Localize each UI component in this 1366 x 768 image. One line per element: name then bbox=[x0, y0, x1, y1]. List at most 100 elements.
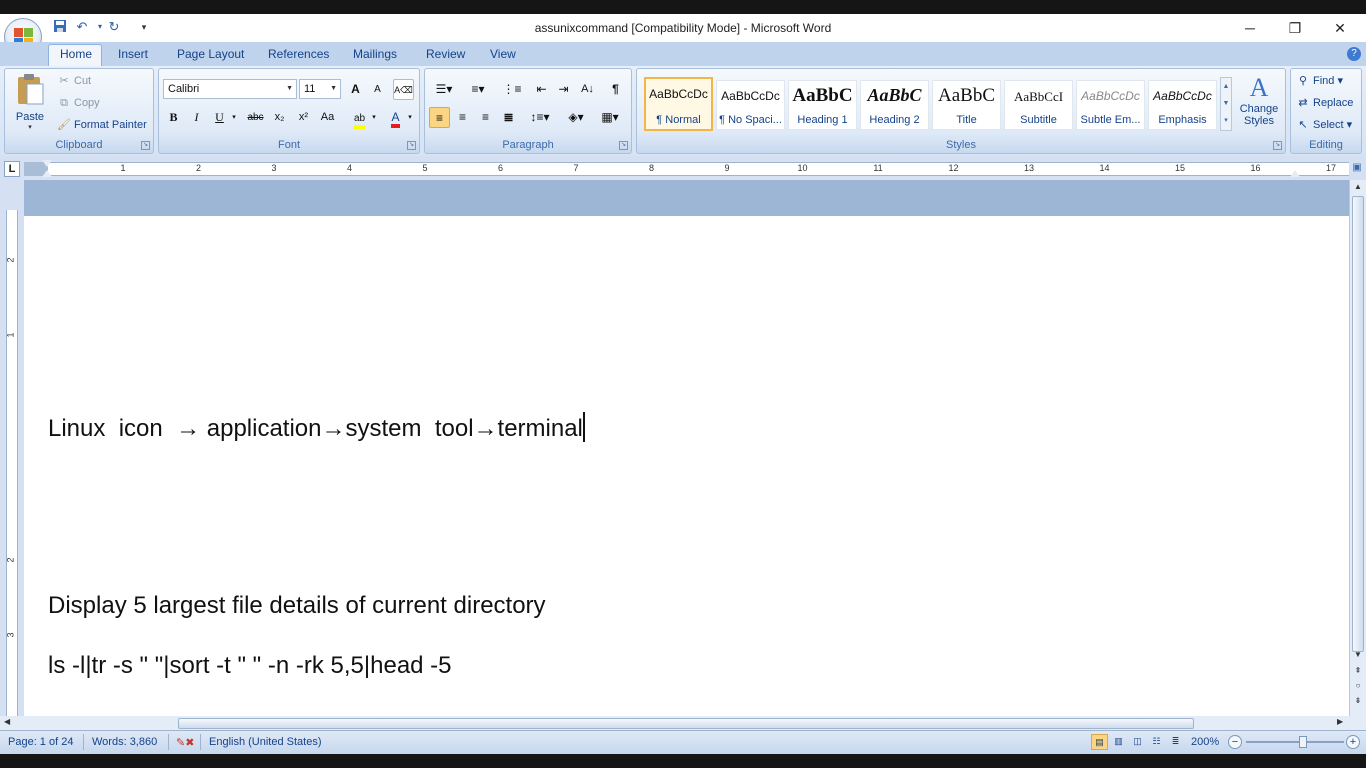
paste-button[interactable]: Paste ▾ bbox=[11, 72, 49, 131]
show-formatting-button[interactable]: ¶ bbox=[605, 79, 626, 100]
change-case-button[interactable]: Aa bbox=[317, 107, 338, 128]
bold-button[interactable]: B bbox=[163, 107, 184, 128]
style-emphasis[interactable]: AaBbCcDc Emphasis bbox=[1148, 80, 1217, 130]
vertical-scroll-thumb[interactable] bbox=[1352, 196, 1364, 652]
tab-insert[interactable]: Insert bbox=[118, 47, 148, 61]
horizontal-scrollbar[interactable]: ◀ ▶ bbox=[0, 716, 1366, 730]
justify-icon[interactable]: ≣ bbox=[498, 107, 519, 128]
right-indent-marker[interactable] bbox=[1290, 170, 1300, 177]
font-color-dropdown-icon[interactable]: ▾ bbox=[405, 107, 415, 128]
zoom-out-icon[interactable]: − bbox=[1228, 735, 1242, 749]
style-heading-2[interactable]: AaBbC Heading 2 bbox=[860, 80, 929, 130]
tab-mailings[interactable]: Mailings bbox=[353, 47, 397, 61]
style-no-spacing[interactable]: AaBbCcDc ¶ No Spaci... bbox=[716, 80, 785, 130]
vertical-ruler-bar[interactable] bbox=[6, 210, 18, 716]
format-painter-button[interactable]: 🖌 Format Painter bbox=[57, 118, 147, 132]
clipboard-launcher-icon[interactable]: ↘ bbox=[141, 141, 150, 150]
language-indicator[interactable]: English (United States) bbox=[209, 736, 322, 748]
sort-icon[interactable]: A↓ bbox=[577, 79, 598, 100]
document-line[interactable]: ls -l|tr -s " "|sort -t " " -n -rk 5,5|h… bbox=[48, 652, 452, 680]
next-page-icon[interactable]: ⇟ bbox=[1352, 696, 1364, 708]
multilevel-list-icon[interactable]: ⋮≡ bbox=[497, 79, 527, 100]
print-layout-icon[interactable]: ▤ bbox=[1091, 734, 1108, 750]
style-subtitle[interactable]: AaBbCcI Subtitle bbox=[1004, 80, 1073, 130]
tab-view[interactable]: View bbox=[490, 47, 516, 61]
horizontal-scroll-thumb[interactable] bbox=[178, 718, 1194, 729]
ruler-number: 11 bbox=[873, 163, 883, 173]
align-right-icon[interactable]: ≡ bbox=[475, 107, 496, 128]
style-title[interactable]: AaBbC Title bbox=[932, 80, 1001, 130]
underline-dropdown-icon[interactable]: ▾ bbox=[229, 107, 239, 128]
scroll-up-icon[interactable]: ▲ bbox=[1352, 182, 1364, 194]
align-left-icon[interactable]: ≡ bbox=[429, 107, 450, 128]
close-button[interactable]: ✕ bbox=[1320, 18, 1360, 38]
tab-references[interactable]: References bbox=[268, 47, 329, 61]
shading-icon[interactable]: ◈▾ bbox=[561, 107, 591, 128]
browse-object-icon[interactable]: ○ bbox=[1352, 681, 1364, 693]
zoom-in-icon[interactable]: + bbox=[1346, 735, 1360, 749]
first-line-indent-marker[interactable] bbox=[42, 160, 52, 167]
shrink-font-button[interactable]: A bbox=[367, 79, 388, 100]
copy-button[interactable]: ⧉ Copy bbox=[57, 96, 100, 110]
style-heading-1[interactable]: AaBbC Heading 1 bbox=[788, 80, 857, 130]
font-color-icon[interactable]: A bbox=[385, 107, 406, 128]
change-styles-button[interactable]: A Change Styles bbox=[1235, 73, 1283, 135]
decrease-indent-icon[interactable]: ⇤ bbox=[531, 79, 552, 100]
font-name-combo[interactable]: Calibri ▼ bbox=[163, 79, 297, 99]
superscript-button[interactable]: x² bbox=[293, 107, 314, 128]
restore-button[interactable]: ❐ bbox=[1275, 18, 1315, 38]
view-ruler-icon[interactable]: ▣ bbox=[1351, 162, 1363, 176]
subscript-button[interactable]: x₂ bbox=[269, 107, 290, 128]
zoom-level[interactable]: 200% bbox=[1191, 736, 1219, 748]
document-page[interactable]: Linux icon → application→system tool→ter… bbox=[24, 216, 1349, 716]
help-icon[interactable]: ? bbox=[1347, 47, 1361, 61]
cut-button[interactable]: ✂ Cut bbox=[57, 74, 91, 88]
web-layout-icon[interactable]: ◫ bbox=[1129, 734, 1146, 750]
find-button[interactable]: ⚲ Find ▾ bbox=[1296, 74, 1343, 88]
tab-home[interactable]: Home bbox=[60, 47, 92, 61]
outline-view-icon[interactable]: ☷ bbox=[1148, 734, 1165, 750]
scroll-down-icon[interactable]: ▼ bbox=[1352, 650, 1364, 662]
increase-indent-icon[interactable]: ⇥ bbox=[553, 79, 574, 100]
document-line[interactable]: Display 5 largest file details of curren… bbox=[48, 592, 546, 620]
replace-button[interactable]: ⇄ Replace bbox=[1296, 96, 1353, 110]
tab-review[interactable]: Review bbox=[426, 47, 465, 61]
page-count[interactable]: Page: 1 of 24 bbox=[8, 736, 73, 748]
bullets-icon[interactable]: ☰▾ bbox=[429, 79, 459, 100]
scroll-right-icon[interactable]: ▶ bbox=[1337, 717, 1343, 726]
styles-launcher-icon[interactable]: ↘ bbox=[1273, 141, 1282, 150]
line-spacing-icon[interactable]: ↕≡▾ bbox=[525, 107, 555, 128]
italic-button[interactable]: I bbox=[186, 107, 207, 128]
align-center-icon[interactable]: ≡ bbox=[452, 107, 473, 128]
font-launcher-icon[interactable]: ↘ bbox=[407, 141, 416, 150]
zoom-slider-thumb[interactable] bbox=[1299, 736, 1307, 748]
style-subtle-emphasis[interactable]: AaBbCcDc Subtle Em... bbox=[1076, 80, 1145, 130]
highlight-dropdown-icon[interactable]: ▾ bbox=[369, 107, 379, 128]
zoom-slider-track[interactable] bbox=[1246, 741, 1344, 743]
numbering-icon[interactable]: ≡▾ bbox=[463, 79, 493, 100]
hanging-indent-marker[interactable] bbox=[42, 170, 52, 177]
draft-view-icon[interactable]: ≣ bbox=[1167, 734, 1184, 750]
proofing-icon[interactable]: ✎✖ bbox=[176, 736, 194, 749]
ruler-number: 2 bbox=[195, 163, 201, 173]
grow-font-button[interactable]: A bbox=[345, 79, 366, 100]
vertical-scrollbar[interactable]: ▲ ▼ ⇞ ○ ⇟ bbox=[1349, 180, 1366, 716]
full-screen-reading-icon[interactable]: ▥ bbox=[1110, 734, 1127, 750]
minimize-button[interactable]: ─ bbox=[1230, 18, 1270, 38]
select-button[interactable]: ↖ Select ▾ bbox=[1296, 118, 1352, 132]
previous-page-icon[interactable]: ⇞ bbox=[1352, 666, 1364, 678]
scroll-left-icon[interactable]: ◀ bbox=[4, 717, 10, 726]
clear-formatting-icon[interactable]: A⌫ bbox=[393, 79, 414, 100]
word-count[interactable]: Words: 3,860 bbox=[92, 736, 157, 748]
paragraph-launcher-icon[interactable]: ↘ bbox=[619, 141, 628, 150]
strikethrough-button[interactable]: abc bbox=[245, 107, 266, 128]
highlight-icon[interactable]: ab bbox=[349, 107, 370, 129]
borders-icon[interactable]: ▦▾ bbox=[595, 107, 625, 128]
style-normal[interactable]: AaBbCcDc ¶ Normal bbox=[644, 77, 713, 131]
style-name: Title bbox=[956, 114, 977, 126]
font-size-combo[interactable]: 11 ▼ bbox=[299, 79, 341, 99]
styles-scroll-icon[interactable]: ▲ ▼ ▾ bbox=[1220, 77, 1232, 131]
underline-button[interactable]: U bbox=[209, 107, 230, 128]
tab-page-layout[interactable]: Page Layout bbox=[177, 47, 244, 61]
document-line[interactable]: Linux icon → application→system tool→ter… bbox=[48, 412, 585, 443]
